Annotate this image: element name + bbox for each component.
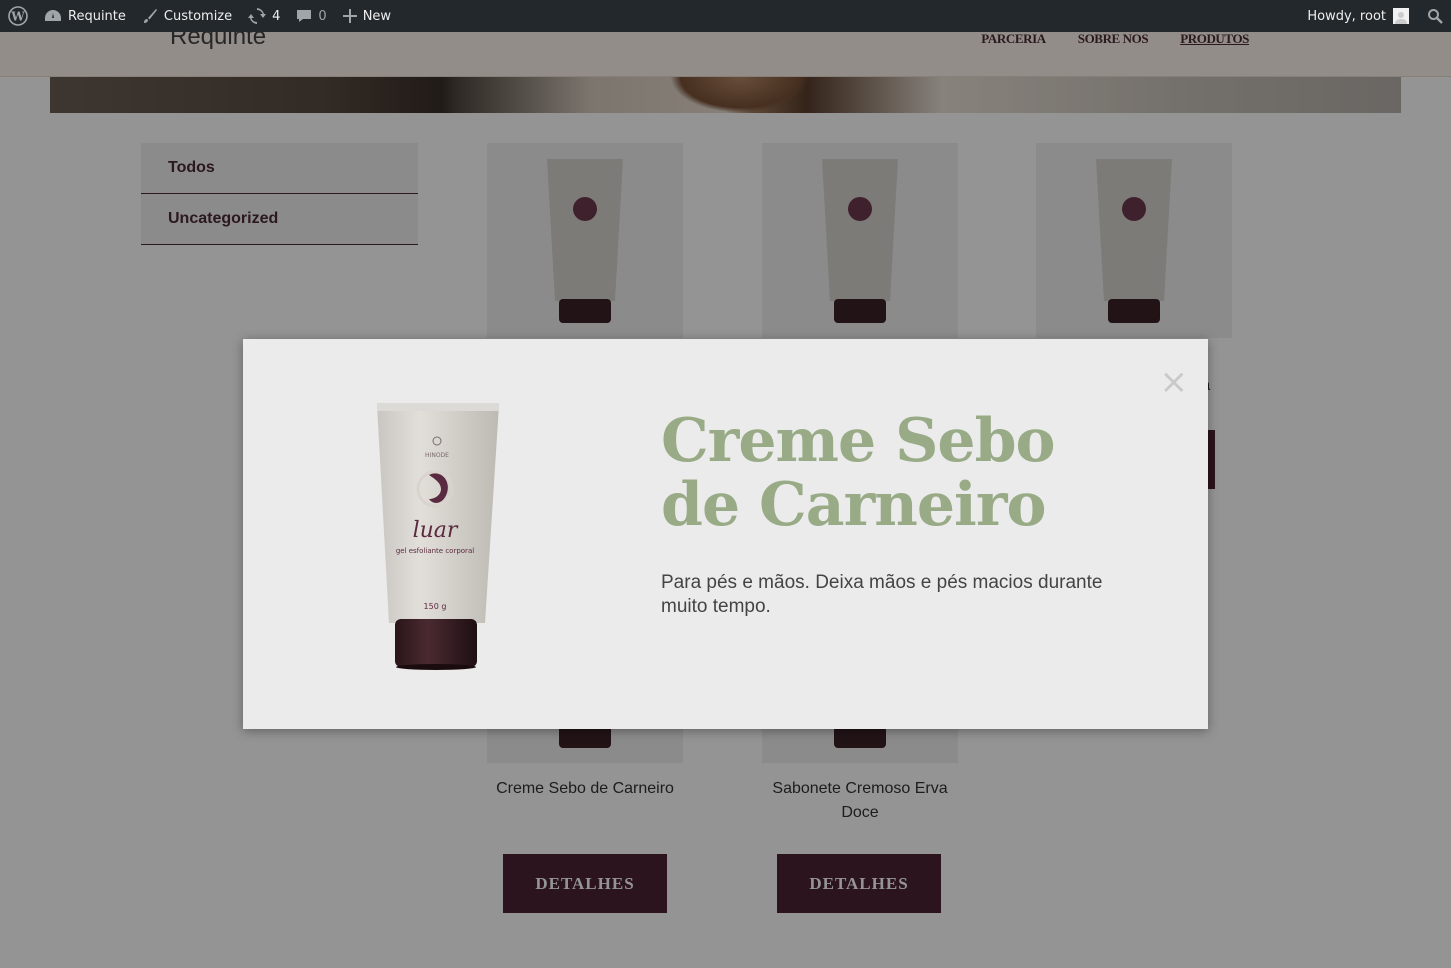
new-label: New [362,8,392,24]
product-modal: × HINODE luar gel esfoliante corporal 15… [243,339,1208,729]
wordpress-icon: W [8,6,28,26]
user-icon [1395,12,1407,24]
close-icon[interactable]: × [1160,365,1189,399]
new-content-link[interactable]: New [335,0,399,32]
updates-link[interactable]: 4 [240,0,288,32]
customize-label: Customize [163,8,233,24]
svg-text:W: W [10,10,25,24]
my-account-link[interactable]: Howdy, root [1299,0,1417,32]
product-line: luar [413,518,459,543]
modal-description: Para pés e mãos. Deixa mãos e pés macios… [661,572,1103,617]
updates-count: 4 [272,8,281,24]
site-name-link[interactable]: Requinte [36,0,134,32]
admin-bar: W Requinte Customize 4 0 New Howdy, root [0,0,1451,32]
plus-icon [342,9,357,23]
howdy-label: Howdy, root [1307,8,1386,24]
updates-icon [248,8,267,24]
product-subtitle: gel esfoliante corporal [396,547,474,555]
comment-icon [297,10,312,22]
product-weight: 150 g [424,602,447,611]
search-icon [1428,9,1443,24]
wordpress-logo-button[interactable]: W [0,0,36,32]
comments-count: 0 [318,8,327,24]
site-name-label: Requinte [68,8,126,24]
product-image: HINODE luar gel esfoliante corporal 150 … [377,403,499,670]
brush-icon [143,9,157,23]
dashboard-icon [45,10,61,21]
comments-link[interactable]: 0 [288,0,334,32]
avatar [1393,8,1409,24]
product-brand: HINODE [425,452,449,459]
search-button[interactable] [1417,0,1451,32]
customize-link[interactable]: Customize [134,0,240,32]
modal-title: Creme Sebo de Carneiro [661,406,1056,540]
